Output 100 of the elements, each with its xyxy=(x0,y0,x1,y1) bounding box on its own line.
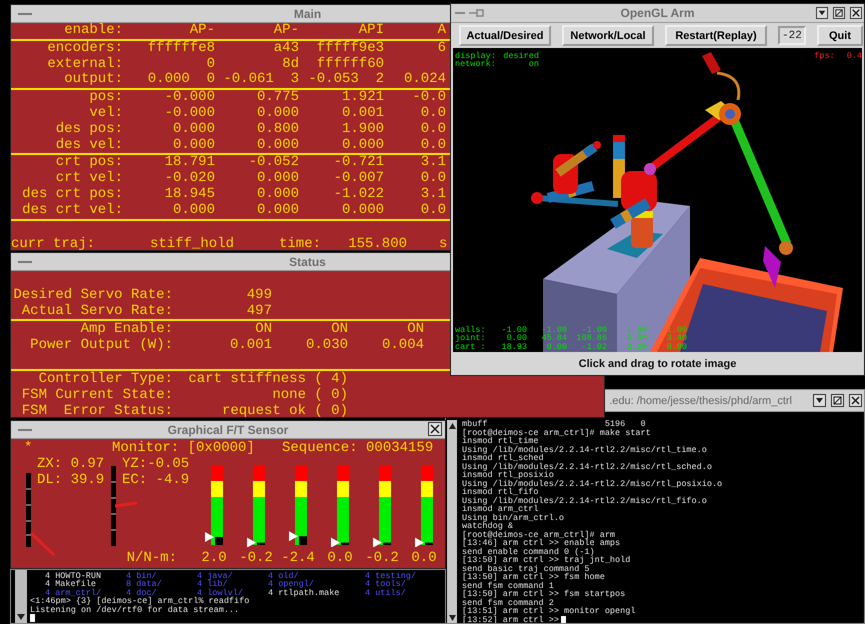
field-value: 1.900 xyxy=(340,122,384,138)
overlay-label: joint: xyxy=(455,334,487,343)
field-value: 0.800 xyxy=(256,122,299,138)
window-title: .edu: /home/jesse/thesis/phd/arm_ctrl xyxy=(609,394,792,406)
terminal-line: Using /lib/modules/2.2.14-rtl2.2/misc/rtl_sched.o xyxy=(462,462,712,471)
maximize-button[interactable] xyxy=(831,394,844,407)
close-button[interactable] xyxy=(850,7,862,19)
terminal-line: watchdog & xyxy=(462,522,514,530)
field-value: 0.000 xyxy=(172,122,215,138)
field-label: des crt vel: xyxy=(21,202,124,219)
field-value: -0.061 3 xyxy=(222,72,299,88)
terminal-line: Using bin/arm_ctrl.o xyxy=(462,514,564,522)
force-reading: 2.0 xyxy=(200,550,228,566)
fps-label: fps: xyxy=(814,52,835,60)
field-value: 8d xyxy=(281,56,299,72)
field-value: 0 xyxy=(206,56,215,72)
field-value: -0.0 xyxy=(411,90,446,106)
field-label: des pos: xyxy=(54,122,124,138)
meter-fill xyxy=(425,542,433,545)
field-label: FSM Current State: xyxy=(20,387,174,403)
sequence-text: Sequence: 00034159 xyxy=(282,440,434,456)
field-label: output: xyxy=(63,72,124,88)
overlay-value: 108.86 xyxy=(575,334,607,343)
scroll-down-arrow-icon[interactable] xyxy=(16,613,26,621)
field-label: Desired Servo Rate: xyxy=(12,287,174,303)
toolbar-button[interactable]: Network/Local xyxy=(562,25,654,46)
terminal-line: Listening on /dev/rtf0 for data stream... xyxy=(30,606,240,614)
frame-field[interactable]: -22 xyxy=(778,26,806,45)
meter-fill xyxy=(383,542,391,545)
terminal-line: [13:50] arm ctrl >> fsm home xyxy=(462,573,605,582)
close-button[interactable] xyxy=(428,422,442,436)
toolbar-button[interactable]: Actual/Desired xyxy=(459,25,551,46)
overlay-label: network: xyxy=(455,60,497,69)
overlay-value: -1.00 xyxy=(620,326,647,334)
toolbar-button[interactable]: Restart(Replay) xyxy=(665,25,767,46)
scroll-up-arrow-icon[interactable] xyxy=(448,422,456,430)
scrollbar[interactable] xyxy=(15,570,27,623)
field-value: -0.053 2 xyxy=(307,72,384,88)
scrollbar[interactable] xyxy=(447,420,457,623)
field-value: ON xyxy=(254,321,272,337)
overlay-value: 3.20 xyxy=(626,342,647,351)
terminal-line: [13:50] arm ctrl >> traj jnt_hold xyxy=(462,556,630,564)
minimize-button[interactable] xyxy=(816,7,828,19)
overlay-value: -1.00 xyxy=(581,326,607,334)
terminal-line: mbuff 5196 0 xyxy=(462,420,646,428)
field-label: Controller Type: xyxy=(38,371,174,387)
field-label: des vel: xyxy=(54,138,124,154)
field-value: 3.1 xyxy=(420,155,446,172)
minimize-icon[interactable] xyxy=(18,428,32,432)
field-value: -0.007 xyxy=(332,171,384,187)
field-value: 18.945 xyxy=(164,186,215,203)
file-entry: 4 doc/ xyxy=(126,588,158,598)
field-value: 0.000 xyxy=(172,202,215,219)
field-value: 155.800 xyxy=(347,236,408,250)
minimize-icon[interactable] xyxy=(18,12,32,16)
close-button[interactable] xyxy=(849,394,862,407)
meter-fill xyxy=(215,537,223,545)
file-entry: 4 Makefile xyxy=(45,580,96,589)
marker-text: * xyxy=(24,440,34,456)
field-label: enable: xyxy=(63,23,124,39)
toolbar-button[interactable]: Quit xyxy=(817,25,863,46)
meter-fill xyxy=(299,536,307,545)
terminal-line: send enable command 0 (-1) xyxy=(462,548,595,556)
field-value: 3.1 xyxy=(420,186,446,203)
terminal-line: Using /lib/modules/2.2.14-rtl2.2/misc/rtl_fifo.o xyxy=(462,496,707,505)
terminal-line: [root@deimos-ce arm_ctrl]# arm xyxy=(462,530,616,539)
field-value: 6 xyxy=(436,40,446,57)
field-value: cart stiffness ( 4) xyxy=(187,371,348,387)
field-label: curr traj: xyxy=(11,236,96,250)
overlay-value: 0.00 xyxy=(546,342,567,351)
minimize-button[interactable] xyxy=(813,394,826,407)
file-entry: 4 utils/ xyxy=(365,588,407,598)
field-value: 0.004 xyxy=(380,337,424,353)
field-value: 0.000 xyxy=(256,138,299,154)
field-value: 0.030 xyxy=(304,337,348,353)
field-value: 0.001 xyxy=(228,337,272,353)
unit-label: N/N-m: xyxy=(126,550,178,566)
field-value: 0.0 xyxy=(420,122,446,138)
terminal-line: send fsm command 2 xyxy=(462,598,554,607)
field-value: request ok ( 0) xyxy=(220,403,348,417)
field-label: Actual Servo Rate: xyxy=(20,303,174,319)
scroll-down-arrow-icon[interactable] xyxy=(448,614,456,622)
terminal-line: [13:51] arm ctrl >> monitor opengl xyxy=(462,607,636,616)
terminal-line: insmod rtl_fifo xyxy=(462,488,539,496)
minimize-icon[interactable] xyxy=(18,260,32,264)
terminal-line: insmod rtl_posixio xyxy=(462,471,554,480)
field-value: 0.0 xyxy=(420,106,446,122)
terminal-line: send basic traj command 5 xyxy=(462,564,590,573)
field-value: 0.024 xyxy=(402,72,446,88)
terminal-line: [13:52] arm ctrl >> xyxy=(462,616,559,623)
readout-text: ZX: 0.97 xyxy=(37,456,106,472)
force-reading: 0.0 xyxy=(326,550,354,566)
maximize-button[interactable] xyxy=(833,7,845,19)
field-value: 0.0 xyxy=(420,171,446,187)
overlay-label: walls: xyxy=(455,326,487,334)
field-value: 1.921 xyxy=(340,90,384,106)
field-value: -0.052 xyxy=(248,155,299,172)
field-label: des crt pos: xyxy=(21,186,124,202)
overlay-value: -1.02 xyxy=(580,342,607,351)
window-title: OpenGL Arm xyxy=(620,6,694,20)
